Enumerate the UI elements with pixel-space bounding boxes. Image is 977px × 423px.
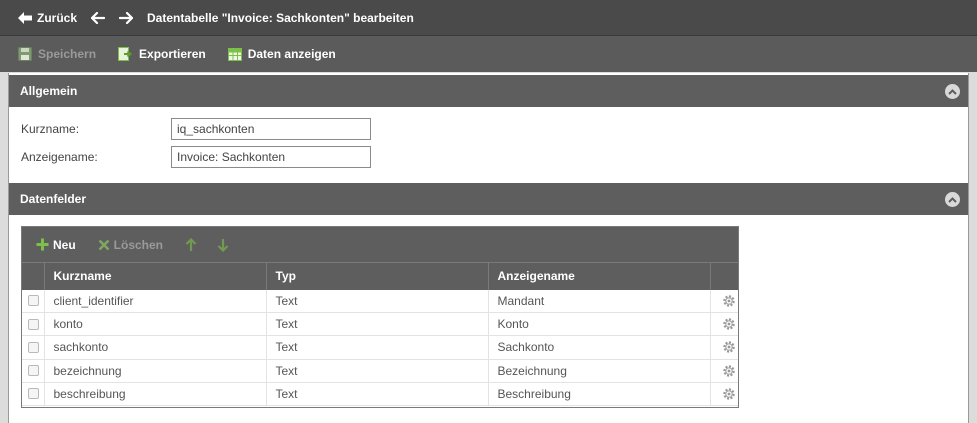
table-icon xyxy=(227,47,242,61)
row-actions-cell xyxy=(709,382,738,406)
gear-icon[interactable] xyxy=(722,387,736,401)
row-checkbox[interactable] xyxy=(28,388,39,400)
save-button[interactable]: Speichern xyxy=(18,47,96,61)
gear-icon[interactable] xyxy=(722,317,736,331)
gear-icon[interactable] xyxy=(722,294,736,308)
display-name-label: Anzeigename: xyxy=(21,150,98,164)
fields-grid: Neu Löschen Kurzname Typ Anzeigename cli… xyxy=(21,226,739,408)
cell-short-name: bezeichnung xyxy=(43,359,266,383)
cell-short-name: client_identifier xyxy=(43,289,266,314)
export-button[interactable]: Exportieren xyxy=(118,47,206,61)
short-name-row: Kurzname: xyxy=(21,118,371,140)
chevron-up-icon[interactable] xyxy=(945,84,960,99)
column-header-display-name[interactable]: Anzeigename xyxy=(487,262,710,290)
row-actions-cell xyxy=(709,335,738,360)
cell-type: Text xyxy=(265,312,488,337)
table-row[interactable]: beschreibung Text Beschreibung xyxy=(22,382,738,406)
section-fields-header[interactable]: Datenfelder xyxy=(9,183,968,215)
cell-display-name: Mandant xyxy=(487,289,710,314)
back-button[interactable]: Zurück xyxy=(18,11,77,25)
section-general-title: Allgemein xyxy=(20,84,78,98)
arrow-right-icon xyxy=(119,11,134,24)
arrow-down-icon xyxy=(217,238,229,252)
short-name-input[interactable] xyxy=(171,118,371,140)
row-select-cell xyxy=(22,312,44,337)
row-select-cell xyxy=(22,335,44,360)
main-toolbar: Speichern Exportieren Daten anzeigen xyxy=(0,36,977,72)
move-up-button[interactable] xyxy=(185,237,197,252)
row-select-cell xyxy=(22,382,44,406)
history-forward-button[interactable] xyxy=(119,11,134,24)
fields-table: Kurzname Typ Anzeigename client_identifi… xyxy=(22,262,738,406)
row-actions-cell xyxy=(709,312,738,337)
table-row[interactable]: sachkonto Text Sachkonto xyxy=(22,335,738,360)
delete-button[interactable]: Löschen xyxy=(98,238,163,252)
row-checkbox[interactable] xyxy=(28,318,39,330)
cell-short-name: sachkonto xyxy=(43,335,266,360)
cell-display-name: Beschreibung xyxy=(487,382,710,406)
row-checkbox[interactable] xyxy=(28,365,39,377)
delete-label: Löschen xyxy=(113,237,164,252)
cell-display-name: Sachkonto xyxy=(487,335,710,360)
select-all-header xyxy=(22,262,44,290)
cell-short-name: beschreibung xyxy=(43,382,266,406)
short-name-label: Kurzname: xyxy=(21,122,80,136)
cell-type: Text xyxy=(265,335,488,360)
plus-icon xyxy=(36,238,49,251)
chevron-up-icon[interactable] xyxy=(945,192,960,207)
section-general-header[interactable]: Allgemein xyxy=(9,75,968,107)
cell-display-name: Bezeichnung xyxy=(487,359,710,383)
row-select-cell xyxy=(22,359,44,383)
gear-icon[interactable] xyxy=(722,364,736,378)
move-down-button[interactable] xyxy=(217,238,229,252)
column-header-short-name[interactable]: Kurzname xyxy=(43,262,266,290)
row-actions-cell xyxy=(709,359,738,383)
row-checkbox[interactable] xyxy=(28,295,39,307)
row-actions-cell xyxy=(709,289,738,314)
close-icon xyxy=(98,239,110,250)
cell-type: Text xyxy=(265,289,488,314)
export-label: Exportieren xyxy=(139,47,206,61)
save-label: Speichern xyxy=(38,47,97,61)
row-select-cell xyxy=(22,289,44,314)
cell-type: Text xyxy=(265,382,488,406)
cell-type: Text xyxy=(265,359,488,383)
show-data-label: Daten anzeigen xyxy=(247,47,336,61)
new-button[interactable]: Neu xyxy=(36,238,76,252)
display-name-input[interactable] xyxy=(171,146,371,168)
cell-short-name: konto xyxy=(43,312,266,337)
arrow-left-icon xyxy=(91,11,106,24)
content-panel: Allgemein Kurzname: Anzeigename: Datenfe… xyxy=(8,73,969,423)
table-row[interactable]: konto Text Konto xyxy=(22,312,738,337)
export-icon xyxy=(118,47,133,61)
back-label: Zurück xyxy=(37,10,78,25)
arrow-up-icon xyxy=(185,237,197,251)
cell-display-name: Konto xyxy=(487,312,710,337)
table-row[interactable]: client_identifier Text Mandant xyxy=(22,289,738,314)
column-header-type[interactable]: Typ xyxy=(265,262,488,290)
new-label: Neu xyxy=(53,237,76,252)
actions-header xyxy=(709,262,738,290)
show-data-button[interactable]: Daten anzeigen xyxy=(227,47,336,61)
floppy-disk-icon xyxy=(18,47,32,61)
grid-toolbar: Neu Löschen xyxy=(22,227,738,262)
page-title: Datentabelle "Invoice: Sachkonten" bearb… xyxy=(147,10,414,25)
table-row[interactable]: bezeichnung Text Bezeichnung xyxy=(22,359,738,383)
section-fields-title: Datenfelder xyxy=(20,192,87,206)
display-name-row: Anzeigename: xyxy=(21,146,371,168)
history-back-button[interactable] xyxy=(91,11,106,24)
row-checkbox[interactable] xyxy=(28,341,39,353)
arrow-left-icon xyxy=(18,11,32,24)
gear-icon[interactable] xyxy=(722,340,736,354)
table-header-row: Kurzname Typ Anzeigename xyxy=(22,262,738,290)
top-header: Zurück Datentabelle "Invoice: Sachkonten… xyxy=(0,0,977,36)
